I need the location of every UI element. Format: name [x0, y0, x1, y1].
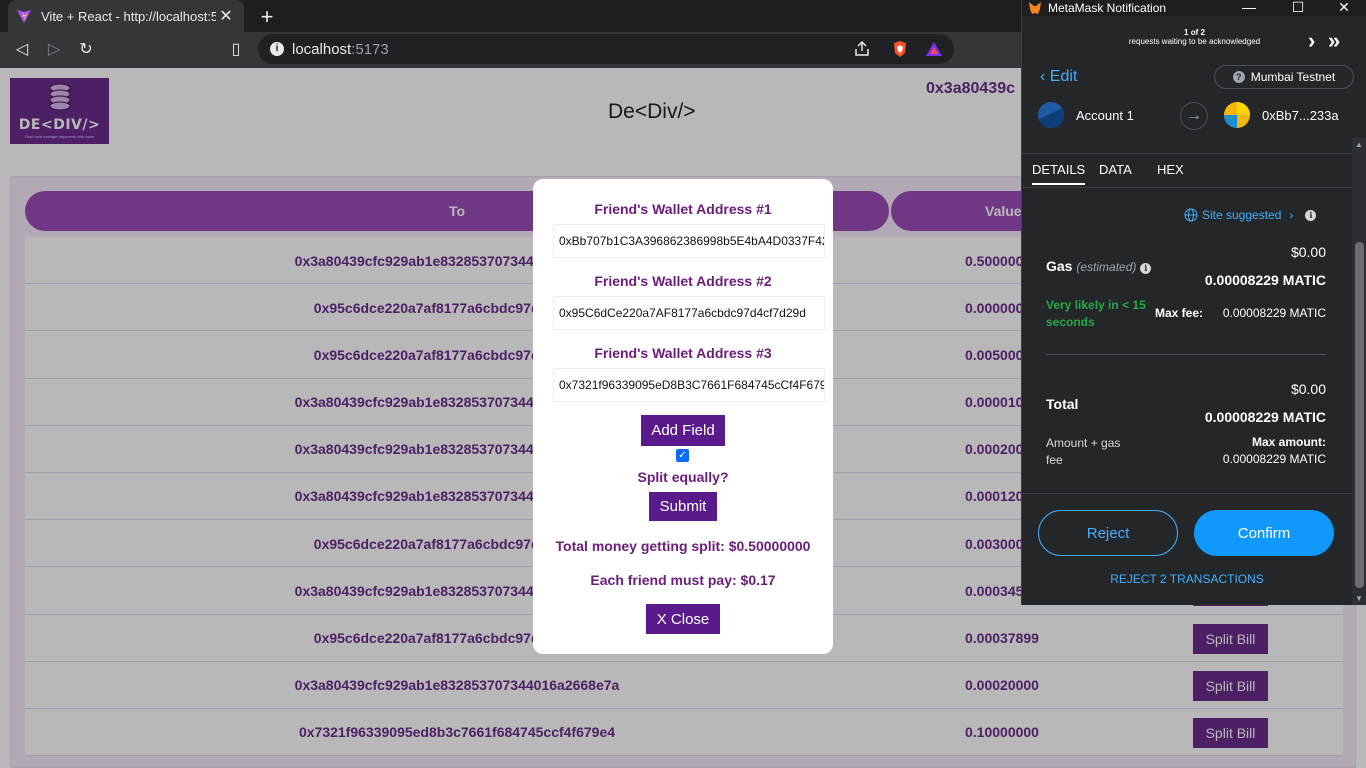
gas-matic: 0.00008229 MATIC	[1204, 272, 1326, 288]
vite-logo-icon	[17, 10, 31, 23]
amount-gas-label: Amount + gas fee	[1046, 436, 1121, 467]
chevron-left-icon: ‹	[1040, 68, 1050, 85]
edit-link[interactable]: ‹ Edit	[1040, 68, 1077, 86]
request-navigation: 1 of 2 requests waiting to be acknowledge…	[1022, 16, 1366, 62]
request-count-sub: requests waiting to be acknowledged	[1128, 37, 1261, 46]
scrollbar[interactable]: ▲ ▼	[1352, 138, 1366, 605]
friend-address-label-2: Friend's Wallet Address #2	[594, 273, 772, 289]
back-icon[interactable]: ◁	[10, 38, 34, 62]
gas-info-icon[interactable]: i	[1140, 263, 1152, 274]
metamask-titlebar: MetaMask Notification — ☐ ✕	[1022, 0, 1366, 16]
tab-title: Vite + React - http://localhost:517	[41, 8, 216, 24]
bookmark-icon[interactable]: ▯	[224, 38, 248, 62]
chevron-right-icon: ›	[1289, 208, 1294, 222]
total-usd: $0.00	[1290, 381, 1326, 397]
to-account: 0xBb7...233a	[1224, 102, 1339, 128]
url-host: localhost	[292, 40, 352, 58]
gas-usd: $0.00	[1290, 244, 1326, 260]
gas-estimated-label: (estimated)	[1076, 260, 1137, 274]
action-footer: Reject Confirm REJECT 2 TRANSACTIONS	[1022, 493, 1352, 605]
network-indicator[interactable]: ? Mumbai Testnet	[1214, 65, 1354, 89]
scroll-up-icon[interactable]: ▲	[1355, 140, 1363, 149]
last-request-icon[interactable]: »	[1328, 28, 1340, 54]
friend-address-input-2[interactable]: 0x95C6dCe220a7AF8177a6cbdc97d4cf7d29d	[553, 296, 825, 330]
total-split-text: Total money getting split: $0.50000000	[555, 538, 811, 554]
site-suggested-label: Site suggested	[1202, 208, 1282, 222]
max-amount-value: 0.00008229 MATIC	[1222, 452, 1326, 466]
reject-all-link[interactable]: REJECT 2 TRANSACTIONS	[1022, 572, 1352, 586]
metamask-window-title: MetaMask Notification	[1048, 1, 1167, 15]
split-equally-checkbox[interactable]: ✓	[676, 449, 689, 462]
add-field-button[interactable]: Add Field	[641, 415, 725, 446]
window-close-icon[interactable]: ✕	[1334, 0, 1354, 16]
scrollbar-thumb[interactable]	[1355, 242, 1364, 588]
gas-label-row: Gas (estimated) i	[1046, 258, 1152, 274]
share-icon[interactable]	[852, 39, 872, 59]
info-icon[interactable]: i	[1305, 209, 1317, 221]
reload-icon[interactable]: ↻	[74, 38, 98, 62]
reject-button[interactable]: Reject	[1038, 510, 1178, 556]
minimize-icon[interactable]: —	[1239, 0, 1259, 15]
total-matic: 0.00008229 MATIC	[1204, 409, 1326, 425]
each-friend-pays-text: Each friend must pay: $0.17	[590, 572, 776, 588]
transaction-header: ‹ Edit ? Mumbai Testnet Account 1 → 0xBb7…	[1022, 62, 1366, 154]
section-divider	[1046, 354, 1326, 355]
browser-tab[interactable]: Vite + React - http://localhost:517 ✕	[8, 0, 244, 32]
friend-address-input-1[interactable]: 0xBb707b1C3A396862386998b5E4bA4D0337F423…	[553, 224, 825, 258]
network-name: Mumbai Testnet	[1250, 70, 1336, 84]
site-info-icon[interactable]: i	[270, 42, 284, 56]
submit-button[interactable]: Submit	[649, 492, 717, 521]
gas-label: Gas	[1046, 258, 1073, 274]
next-request-icon[interactable]: ›	[1308, 28, 1315, 54]
brave-rewards-icon[interactable]	[924, 39, 944, 59]
network-unknown-icon: ?	[1232, 71, 1245, 83]
friend-address-input-3[interactable]: 0x7321f96339095eD8B3C7661F684745cCf4F679…	[553, 368, 825, 402]
confirm-button[interactable]: Confirm	[1194, 510, 1334, 556]
metamask-window: MetaMask Notification — ☐ ✕ 1 of 2 reques…	[1021, 0, 1366, 605]
max-fee-label: Max fee:	[1155, 306, 1204, 320]
likely-time: Very likely in < 15 seconds	[1046, 298, 1146, 329]
max-fee-value: 0.00008229 MATIC	[1222, 306, 1326, 320]
new-tab-button[interactable]: +	[256, 4, 278, 30]
scroll-down-icon[interactable]: ▼	[1355, 594, 1363, 603]
tab-close-icon[interactable]: ✕	[216, 6, 236, 26]
site-suggested-link[interactable]: Site suggested › i	[1184, 208, 1317, 222]
address-bar[interactable]: i localhost:5173	[258, 34, 954, 64]
split-equally-label: Split equally?	[637, 469, 729, 485]
url-port: :5173	[351, 40, 389, 58]
forward-icon[interactable]: ▷	[42, 38, 66, 62]
friend-address-label-3: Friend's Wallet Address #3	[594, 345, 772, 361]
to-address: 0xBb7...233a	[1262, 107, 1339, 123]
account-avatar-icon	[1038, 102, 1064, 128]
transaction-details: Site suggested › i $0.00 Gas (estimated)…	[1022, 188, 1352, 493]
from-account-name: Account 1	[1076, 107, 1134, 123]
close-modal-button[interactable]: X Close	[646, 604, 720, 634]
details-tabs: DETAILS DATA HEX	[1022, 154, 1352, 188]
edit-label: Edit	[1049, 68, 1078, 85]
total-label: Total	[1046, 396, 1079, 412]
metamask-fox-icon	[1029, 2, 1041, 14]
split-bill-modal: Friend's Wallet Address #1 0xBb707b1C3A3…	[533, 179, 833, 654]
tab-data[interactable]: DATA	[1099, 162, 1132, 177]
from-account: Account 1	[1038, 102, 1134, 128]
globe-icon	[1184, 208, 1198, 222]
maximize-icon[interactable]: ☐	[1288, 0, 1308, 16]
friend-address-label-1: Friend's Wallet Address #1	[594, 201, 772, 217]
arrow-right-icon: →	[1180, 102, 1208, 130]
tab-details[interactable]: DETAILS	[1032, 162, 1086, 185]
brave-shield-icon[interactable]	[890, 39, 910, 59]
recipient-avatar-icon	[1224, 102, 1250, 128]
tab-hex[interactable]: HEX	[1157, 162, 1184, 177]
max-amount-label: Max amount:	[1251, 435, 1326, 449]
